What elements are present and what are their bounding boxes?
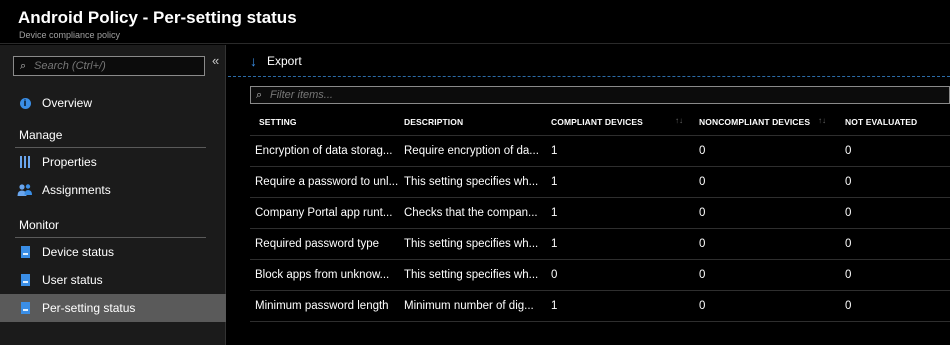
search-icon: ⌕ xyxy=(256,89,263,101)
sidebar-item-user-status[interactable]: User status xyxy=(0,266,226,294)
cell-setting: Block apps from unknow... xyxy=(255,269,390,281)
sidebar: ⌕ Search (Ctrl+/) « i Overview Manage Pr… xyxy=(0,45,226,345)
cell-not-evaluated: 0 xyxy=(845,145,852,157)
cell-description: This setting specifies wh... xyxy=(404,176,539,188)
cell-setting: Minimum password length xyxy=(255,300,389,312)
cell-description: Require encryption of da... xyxy=(404,145,539,157)
sidebar-item-per-setting-status[interactable]: Per-setting status xyxy=(0,294,226,322)
cell-noncompliant: 0 xyxy=(699,145,706,157)
sort-icon[interactable]: ↑↓ xyxy=(818,116,826,125)
table-row[interactable]: Require a password to unl... This setting… xyxy=(250,167,950,198)
cell-not-evaluated: 0 xyxy=(845,269,852,281)
sidebar-item-label: Device status xyxy=(42,245,115,259)
export-label: Export xyxy=(267,54,302,68)
table-body: Encryption of data storag... Require encr… xyxy=(250,136,950,322)
cell-compliant: 1 xyxy=(551,300,558,312)
column-header-compliant-devices[interactable]: COMPLIANT DEVICES xyxy=(551,117,643,127)
search-icon: ⌕ xyxy=(20,60,27,72)
cell-not-evaluated: 0 xyxy=(845,238,852,250)
cell-compliant: 1 xyxy=(551,238,558,250)
sidebar-item-overview[interactable]: i Overview xyxy=(0,89,226,117)
cell-noncompliant: 0 xyxy=(699,176,706,188)
cell-setting: Encryption of data storag... xyxy=(255,145,393,157)
cell-noncompliant: 0 xyxy=(699,269,706,281)
cell-compliant: 1 xyxy=(551,176,558,188)
sidebar-item-assignments[interactable]: Assignments xyxy=(0,176,226,204)
search-placeholder: Search (Ctrl+/) xyxy=(34,60,106,72)
sidebar-item-label: Properties xyxy=(42,155,97,169)
table-header: SETTING DESCRIPTION COMPLIANT DEVICES ↑↓… xyxy=(250,108,950,136)
column-header-not-evaluated[interactable]: NOT EVALUATED xyxy=(845,117,917,127)
cell-setting: Company Portal app runt... xyxy=(255,207,393,219)
cell-noncompliant: 0 xyxy=(699,207,706,219)
download-arrow-icon: ↓ xyxy=(250,53,257,69)
table-row[interactable]: Block apps from unknow... This setting sp… xyxy=(250,260,950,291)
section-monitor: Monitor xyxy=(19,218,60,232)
settings-table: SETTING DESCRIPTION COMPLIANT DEVICES ↑↓… xyxy=(250,108,950,322)
collapse-sidebar-icon[interactable]: « xyxy=(212,53,219,68)
toolbar: ↓ Export xyxy=(228,45,950,77)
filter-input[interactable]: ⌕ Filter items... xyxy=(250,86,950,104)
cell-compliant: 1 xyxy=(551,207,558,219)
cell-not-evaluated: 0 xyxy=(845,207,852,219)
cell-description: Minimum number of dig... xyxy=(404,300,534,312)
section-manage: Manage xyxy=(19,128,63,142)
cell-noncompliant: 0 xyxy=(699,300,706,312)
page-title: Android Policy - Per-setting status xyxy=(18,8,297,27)
page-header: Android Policy - Per-setting status Devi… xyxy=(0,0,950,44)
per-setting-status-icon xyxy=(16,301,34,315)
sidebar-item-properties[interactable]: Properties xyxy=(0,148,226,176)
cell-description: Checks that the compan... xyxy=(404,207,538,219)
cell-not-evaluated: 0 xyxy=(845,300,852,312)
cell-description: This setting specifies wh... xyxy=(404,238,539,250)
info-icon: i xyxy=(16,96,34,110)
sort-icon[interactable]: ↑↓ xyxy=(675,116,683,125)
column-header-setting[interactable]: SETTING xyxy=(259,117,297,127)
column-header-noncompliant-devices[interactable]: NONCOMPLIANT DEVICES xyxy=(699,117,810,127)
table-row[interactable]: Required password type This setting speci… xyxy=(250,229,950,260)
sidebar-item-label: Assignments xyxy=(42,183,111,197)
column-header-description[interactable]: DESCRIPTION xyxy=(404,117,463,127)
user-status-icon xyxy=(16,273,34,287)
cell-compliant: 0 xyxy=(551,269,558,281)
sidebar-item-label: Per-setting status xyxy=(42,301,136,315)
page-subtitle: Device compliance policy xyxy=(19,30,121,40)
properties-icon xyxy=(16,155,34,169)
sidebar-item-label: User status xyxy=(42,273,103,287)
table-row[interactable]: Company Portal app runt... Checks that th… xyxy=(250,198,950,229)
cell-description: This setting specifies wh... xyxy=(404,269,539,281)
table-row[interactable]: Minimum password length Minimum number of… xyxy=(250,291,950,322)
sidebar-item-device-status[interactable]: Device status xyxy=(0,238,226,266)
cell-noncompliant: 0 xyxy=(699,238,706,250)
cell-setting: Require a password to unl... xyxy=(255,176,399,188)
export-button[interactable]: ↓ Export xyxy=(250,53,302,69)
sidebar-search-input[interactable]: ⌕ Search (Ctrl+/) xyxy=(13,56,205,76)
assignments-icon xyxy=(16,183,34,197)
device-status-icon xyxy=(16,245,34,259)
cell-setting: Required password type xyxy=(255,238,380,250)
cell-not-evaluated: 0 xyxy=(845,176,852,188)
table-row[interactable]: Encryption of data storag... Require encr… xyxy=(250,136,950,167)
sidebar-item-label: Overview xyxy=(42,96,93,110)
cell-compliant: 1 xyxy=(551,145,558,157)
filter-placeholder: Filter items... xyxy=(270,89,333,101)
